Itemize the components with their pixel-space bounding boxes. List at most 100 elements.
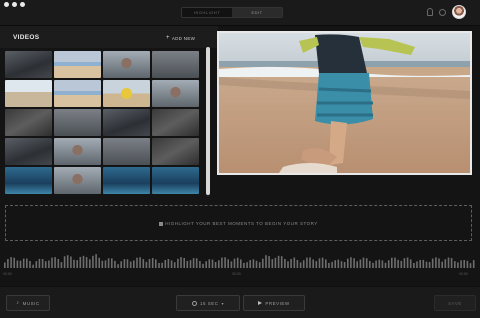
tab-edit[interactable]: EDIT xyxy=(232,8,282,17)
video-preview[interactable] xyxy=(217,31,472,175)
waveform-bar xyxy=(381,260,384,268)
video-thumbnail[interactable] xyxy=(103,51,150,78)
waveform-bar xyxy=(180,257,182,268)
duration-select[interactable]: 15 SEC ▾ xyxy=(176,295,240,311)
preview-label: PREVIEW xyxy=(265,300,290,306)
waveform-bar xyxy=(406,257,409,268)
waveform-bar xyxy=(274,257,277,268)
waveform-bar xyxy=(192,258,195,268)
video-thumbnail[interactable] xyxy=(5,138,52,165)
waveform-bar xyxy=(218,260,220,268)
video-thumbnail[interactable] xyxy=(152,51,199,78)
waveform-bar xyxy=(331,261,333,268)
waveform-bar xyxy=(243,262,245,268)
waveform-bar xyxy=(409,259,412,268)
waveform-bar xyxy=(26,258,28,268)
video-thumbnail[interactable] xyxy=(54,167,101,194)
topbar-icons xyxy=(427,5,466,19)
bottom-toolbar: ♪ MUSIC 15 SEC ▾ PREVIEW SAVE xyxy=(0,286,480,318)
video-thumbnail[interactable] xyxy=(54,80,101,107)
story-drop-zone[interactable]: HIGHLIGHT YOUR BEST MOMENTS TO BEGIN YOU… xyxy=(5,205,472,241)
video-thumbnail[interactable] xyxy=(5,51,52,78)
preview-button[interactable]: PREVIEW xyxy=(243,295,305,311)
save-button[interactable]: SAVE xyxy=(434,295,476,311)
waveform-bar xyxy=(387,260,390,268)
window-controls xyxy=(4,2,25,7)
waveform-bar xyxy=(290,259,292,268)
video-thumbnail[interactable] xyxy=(103,80,150,107)
waveform-bar xyxy=(73,259,75,268)
waveform-bar xyxy=(306,257,308,268)
circle-icon[interactable] xyxy=(439,8,446,16)
waveform-bar xyxy=(469,263,472,268)
audio-waveform[interactable] xyxy=(4,250,476,268)
waveform-bar xyxy=(195,258,198,268)
waveform-bar xyxy=(236,257,239,268)
waveform-bar xyxy=(117,264,119,268)
waveform-bar xyxy=(123,259,126,268)
waveform-bar xyxy=(183,258,185,268)
waveform-bar xyxy=(435,257,437,268)
library-header: VIDEOS + ADD NEW xyxy=(0,26,218,48)
waveform-bar xyxy=(438,258,440,268)
title-bar: HIGHLIGHT EDIT xyxy=(0,0,480,26)
video-thumbnail[interactable] xyxy=(5,167,52,194)
minimize-window-button[interactable] xyxy=(12,2,17,7)
tab-highlight[interactable]: HIGHLIGHT xyxy=(182,8,232,17)
video-thumbnail[interactable] xyxy=(5,109,52,136)
waveform-bar xyxy=(98,257,100,268)
add-new-button[interactable]: + ADD NEW xyxy=(166,35,195,41)
waveform-bar xyxy=(460,260,462,268)
waveform-bar xyxy=(167,259,170,268)
waveform-bar xyxy=(41,259,44,268)
bell-icon[interactable] xyxy=(427,8,433,16)
waveform-bar xyxy=(378,259,381,268)
waveform-bar xyxy=(44,261,47,268)
waveform-bar xyxy=(101,260,104,268)
avatar[interactable] xyxy=(452,5,466,19)
video-thumbnail[interactable] xyxy=(54,51,101,78)
video-thumbnail[interactable] xyxy=(103,138,150,165)
waveform-bar xyxy=(230,261,233,268)
music-note-icon: ♪ xyxy=(16,300,20,306)
scrollbar-thumb[interactable] xyxy=(206,47,210,195)
waveform-bar xyxy=(271,259,274,268)
waveform-bar xyxy=(302,260,305,268)
waveform-bar xyxy=(416,261,418,268)
waveform-bar xyxy=(38,258,41,268)
video-thumbnail[interactable] xyxy=(5,80,52,107)
video-thumbnail[interactable] xyxy=(103,167,150,194)
waveform-bar xyxy=(457,262,459,268)
close-window-button[interactable] xyxy=(4,2,9,7)
waveform-bar xyxy=(441,261,443,268)
waveform-bar xyxy=(384,262,387,268)
waveform-bar xyxy=(362,257,365,268)
music-label: MUSIC xyxy=(22,300,40,306)
library-scrollbar[interactable] xyxy=(206,47,210,197)
plus-icon: + xyxy=(166,35,170,41)
waveform-bar xyxy=(19,260,22,268)
waveform-bar xyxy=(463,260,465,268)
video-thumbnail[interactable] xyxy=(152,138,199,165)
waveform-bar xyxy=(57,259,60,268)
video-thumbnail[interactable] xyxy=(152,80,199,107)
waveform-bar xyxy=(54,257,56,268)
waveform-bar xyxy=(334,260,336,268)
video-thumbnail[interactable] xyxy=(152,167,199,194)
waveform-bar xyxy=(145,261,148,268)
video-thumbnail[interactable] xyxy=(103,109,150,136)
waveform-bar xyxy=(365,258,368,268)
waveform-bar xyxy=(284,259,286,268)
waveform-bar xyxy=(7,259,9,268)
zoom-window-button[interactable] xyxy=(20,2,25,7)
video-thumbnail[interactable] xyxy=(54,109,101,136)
music-button[interactable]: ♪ MUSIC xyxy=(6,295,50,311)
video-thumbnail[interactable] xyxy=(152,109,199,136)
video-thumbnail[interactable] xyxy=(54,138,101,165)
waveform-bar xyxy=(375,260,377,268)
waveform-bar xyxy=(136,257,138,268)
waveform-bar xyxy=(312,259,314,268)
waveform-bar xyxy=(340,261,343,268)
waveform-bar xyxy=(189,260,192,268)
waveform-bar xyxy=(107,258,110,268)
